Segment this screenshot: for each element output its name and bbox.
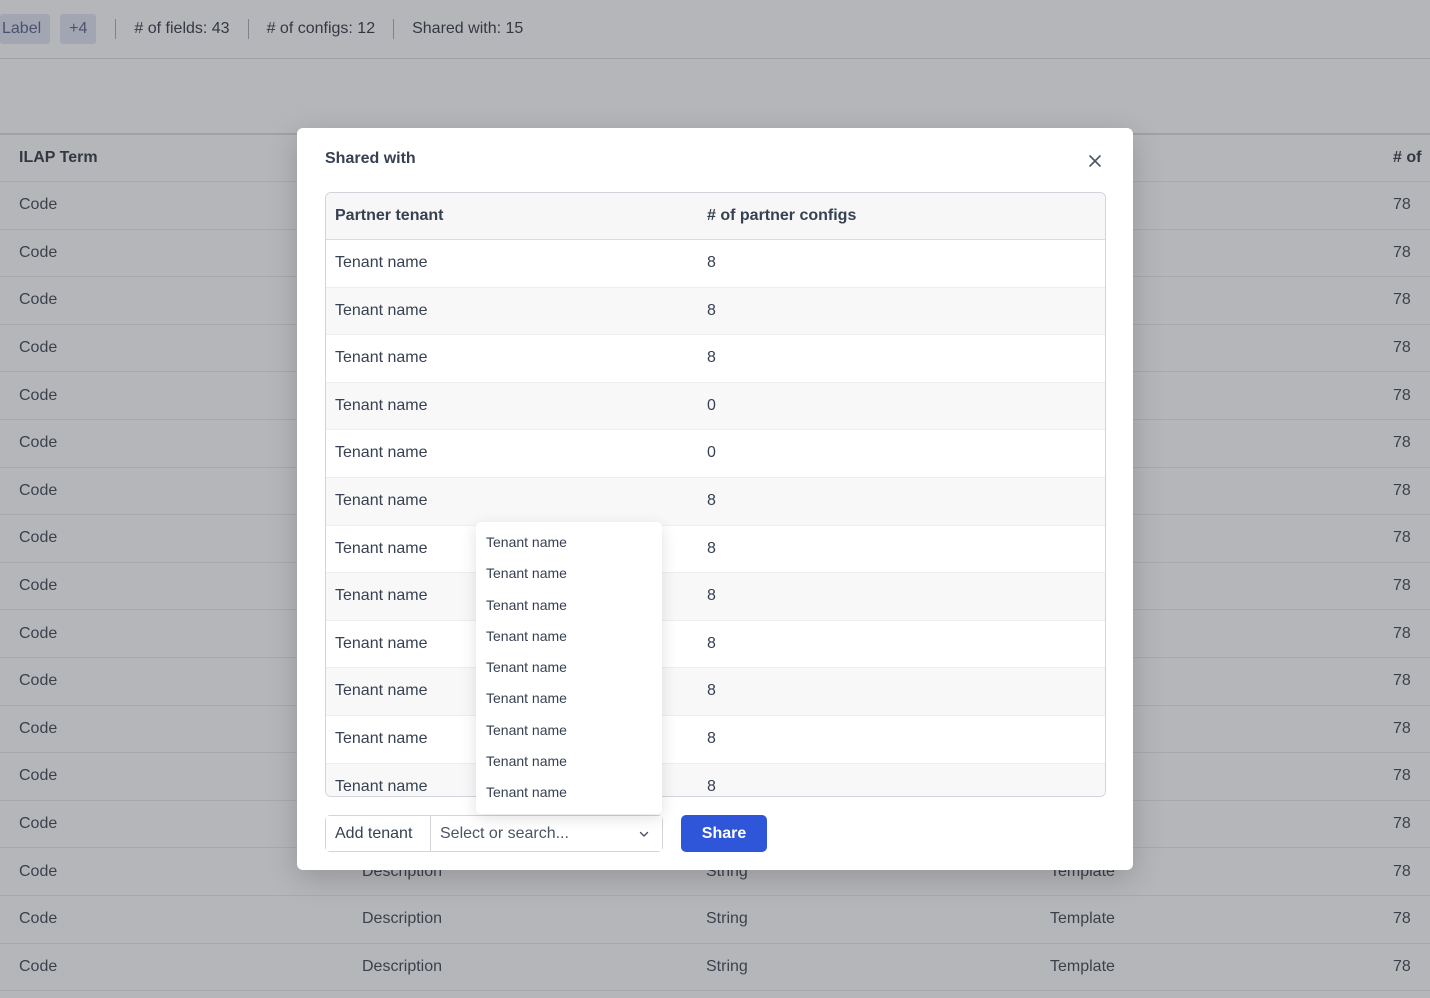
table-row[interactable]: Tenant name 8 (326, 716, 1105, 764)
tenant-name-cell: Tenant name (335, 349, 428, 367)
table-row[interactable]: Tenant name 8 (326, 763, 1105, 796)
tenant-name-cell: Tenant name (335, 729, 428, 747)
select-placeholder: Select or search... (440, 824, 569, 842)
table-row[interactable]: Tenant name 8 (326, 240, 1105, 288)
close-button[interactable] (1084, 150, 1106, 172)
column-header-partner-tenant[interactable]: Partner tenant (335, 207, 443, 225)
table-row[interactable]: Tenant name 8 (326, 287, 1105, 336)
partner-configs-cell: 8 (707, 349, 716, 367)
tenant-name-cell: Tenant name (335, 301, 428, 319)
tenant-select[interactable]: Select or search... (431, 816, 662, 851)
chevron-down-icon (639, 831, 649, 837)
table-row[interactable]: Tenant name 0 (326, 430, 1105, 478)
partner-configs-cell: 8 (707, 777, 716, 795)
table-row[interactable]: Tenant name 8 (326, 477, 1105, 526)
partner-configs-cell: 8 (707, 729, 716, 747)
dropdown-option[interactable]: Tenant name (476, 689, 662, 720)
table-row[interactable]: Tenant name 8 (326, 335, 1105, 383)
tenant-name-cell: Tenant name (335, 254, 428, 271)
partner-configs-cell: 8 (707, 539, 716, 557)
add-tenant-footer: Add tenant Select or search... Share (325, 815, 767, 852)
column-header-partner-configs[interactable]: # of partner configs (707, 207, 856, 225)
partner-tenant-table: Partner tenant # of partner configs Tena… (325, 192, 1106, 797)
tenant-name-cell: Tenant name (335, 587, 428, 605)
tenant-name-cell: Tenant name (335, 682, 428, 700)
table-header: Partner tenant # of partner configs (326, 193, 1105, 240)
table-row[interactable]: Tenant name 8 (326, 526, 1105, 574)
partner-configs-cell: 8 (707, 587, 716, 605)
table-row[interactable]: Tenant name 8 (326, 621, 1105, 669)
dropdown-option[interactable]: Tenant name (476, 721, 662, 752)
close-icon (1089, 155, 1101, 167)
dropdown-option[interactable]: Tenant name (476, 627, 662, 658)
table-body[interactable]: Tenant name 8 Tenant name 8 Tenant name 8 Tena… (326, 240, 1105, 796)
partner-configs-cell: 8 (707, 301, 716, 319)
tenant-name-cell: Tenant name (335, 396, 428, 414)
tenant-name-cell: Tenant name (335, 491, 428, 509)
shared-with-modal: Shared with Partner tenant # of partner … (297, 128, 1133, 870)
dropdown-option[interactable]: Tenant name (476, 564, 662, 595)
table-row[interactable]: Tenant name 8 (326, 668, 1105, 716)
add-tenant-label: Add tenant (326, 816, 431, 851)
dropdown-option[interactable]: Tenant name (476, 752, 662, 783)
dropdown-option[interactable]: Tenant name (476, 533, 662, 564)
tenant-name-cell: Tenant name (335, 444, 428, 462)
tenant-name-cell: Tenant name (335, 539, 428, 557)
dropdown-option[interactable]: Tenant name (476, 783, 662, 814)
add-tenant-group: Add tenant Select or search... (325, 815, 663, 852)
partner-configs-cell: 8 (707, 634, 716, 652)
share-button[interactable]: Share (681, 815, 767, 852)
partner-configs-cell: 8 (707, 254, 716, 271)
dropdown-option[interactable]: Tenant name (476, 658, 662, 689)
tenant-dropdown-menu: Tenant name Tenant name Tenant name Tenant … (476, 522, 662, 814)
partner-configs-cell: 0 (707, 396, 716, 414)
table-row[interactable]: Tenant name 0 (326, 382, 1105, 431)
partner-configs-cell: 0 (707, 444, 716, 462)
modal-title: Shared with (325, 150, 416, 167)
tenant-name-cell: Tenant name (335, 777, 428, 795)
tenant-name-cell: Tenant name (335, 634, 428, 652)
partner-configs-cell: 8 (707, 682, 716, 700)
dropdown-option[interactable]: Tenant name (476, 596, 662, 627)
partner-configs-cell: 8 (707, 491, 716, 509)
table-row[interactable]: Tenant name 8 (326, 573, 1105, 621)
